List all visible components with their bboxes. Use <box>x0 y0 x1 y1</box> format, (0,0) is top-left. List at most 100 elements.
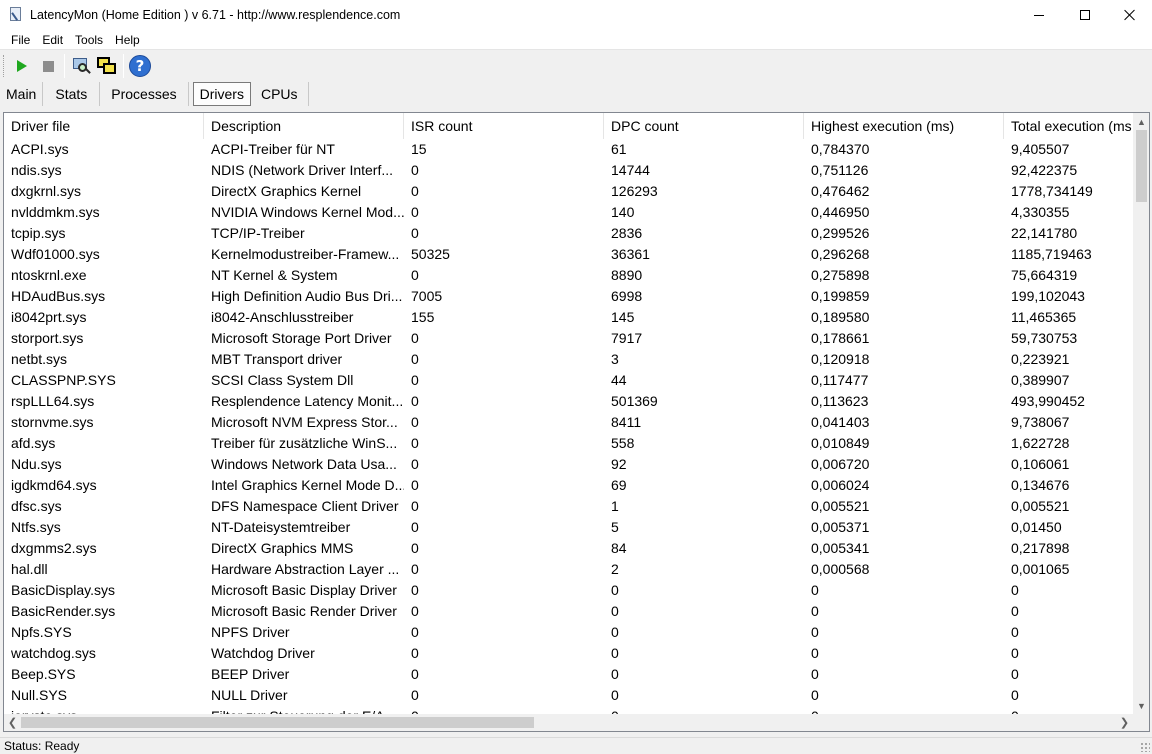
column-header-highest-execution[interactable]: Highest execution (ms) <box>804 113 1004 139</box>
table-row[interactable]: BasicDisplay.sys Microsoft Basic Display … <box>4 580 1134 601</box>
cell-dpc-count: 145 <box>611 309 635 325</box>
cell-total-execution: 59,730753 <box>1011 330 1078 346</box>
search-computer-button[interactable] <box>68 53 94 79</box>
cell-total-execution: 0,134676 <box>1011 477 1070 493</box>
close-button[interactable] <box>1107 0 1152 30</box>
cell-description: Microsoft Basic Render Driver <box>211 603 397 619</box>
tab-drivers[interactable]: Drivers <box>192 82 251 106</box>
table-row[interactable]: hal.dll Hardware Abstraction Layer ... 0 2 0… <box>4 559 1134 580</box>
cell-isr-count: 0 <box>411 225 419 241</box>
drivers-list[interactable]: Driver file Description ISR count DPC co… <box>3 112 1150 732</box>
maximize-icon <box>1080 10 1090 20</box>
cell-total-execution: 9,405507 <box>1011 141 1070 157</box>
horizontal-scrollbar[interactable]: ❮ ❯ <box>4 714 1133 731</box>
tab-main[interactable]: Main <box>0 82 44 106</box>
list-header: Driver file Description ISR count DPC co… <box>4 113 1134 139</box>
column-header-total-execution[interactable]: Total execution (ms <box>1004 113 1134 139</box>
table-row[interactable]: BasicRender.sys Microsoft Basic Render Dr… <box>4 601 1134 622</box>
scroll-left-arrow-icon[interactable]: ❮ <box>4 714 21 731</box>
table-row[interactable]: Ntfs.sys NT-Dateisystemtreiber 0 5 0,005371 0… <box>4 517 1134 538</box>
cell-isr-count: 0 <box>411 519 419 535</box>
cell-highest-execution: 0,006024 <box>811 477 870 493</box>
scroll-down-arrow-icon[interactable]: ▼ <box>1133 697 1149 714</box>
cell-dpc-count: 3 <box>611 351 619 367</box>
toolbar-grip[interactable] <box>3 55 6 77</box>
table-row[interactable]: i8042prt.sys i8042-Anschlusstreiber 155 145… <box>4 307 1134 328</box>
table-row[interactable]: netbt.sys MBT Transport driver 0 3 0,120918 0… <box>4 349 1134 370</box>
cell-description: Hardware Abstraction Layer ... <box>211 561 400 577</box>
cell-highest-execution: 0,010849 <box>811 435 870 451</box>
table-row[interactable]: Wdf01000.sys Kernelmodustreiber-Framew...… <box>4 244 1134 265</box>
tab-bar: Main Stats Processes Drivers CPUs <box>0 81 1152 107</box>
cell-total-execution: 0,389907 <box>1011 372 1070 388</box>
table-row[interactable]: stornvme.sys Microsoft NVM Express Stor..… <box>4 412 1134 433</box>
column-header-driver-file[interactable]: Driver file <box>4 113 204 139</box>
menu-edit[interactable]: Edit <box>37 33 68 47</box>
table-row[interactable]: rspLLL64.sys Resplendence Latency Monit..… <box>4 391 1134 412</box>
cell-driver-file: dfsc.sys <box>11 498 62 514</box>
cell-description: BEEP Driver <box>211 666 290 682</box>
table-row[interactable]: Npfs.SYS NPFS Driver 0 0 0 0 <box>4 622 1134 643</box>
table-row[interactable]: Null.SYS NULL Driver 0 0 0 0 <box>4 685 1134 706</box>
table-row[interactable]: ndis.sys NDIS (Network Driver Interf... 0 1… <box>4 160 1134 181</box>
tab-processes[interactable]: Processes <box>100 82 189 106</box>
cell-total-execution: 9,738067 <box>1011 414 1070 430</box>
table-row[interactable]: dfsc.sys DFS Namespace Client Driver 0 1 0,0… <box>4 496 1134 517</box>
table-row[interactable]: Beep.SYS BEEP Driver 0 0 0 0 <box>4 664 1134 685</box>
cell-total-execution: 199,102043 <box>1011 288 1085 304</box>
list-rows: ACPI.sys ACPI-Treiber für NT 15 61 0,784370 9… <box>4 139 1134 727</box>
cell-isr-count: 0 <box>411 267 419 283</box>
cell-description: Microsoft Storage Port Driver <box>211 330 392 346</box>
toolbar-separator <box>64 54 65 78</box>
vertical-scroll-thumb[interactable] <box>1136 130 1147 202</box>
table-row[interactable]: storport.sys Microsoft Storage Port Drive… <box>4 328 1134 349</box>
table-row[interactable]: igdkmd64.sys Intel Graphics Kernel Mode D… <box>4 475 1134 496</box>
cell-driver-file: dxgmms2.sys <box>11 540 97 556</box>
cell-description: Treiber für zusätzliche WinS... <box>211 435 398 451</box>
toolbar: ? <box>0 51 1152 81</box>
vertical-scrollbar[interactable]: ▲ ▼ <box>1133 113 1149 714</box>
windows-button[interactable] <box>94 53 120 79</box>
minimize-button[interactable] <box>1016 0 1062 30</box>
column-header-isr-count[interactable]: ISR count <box>404 113 604 139</box>
table-row[interactable]: dxgkrnl.sys DirectX Graphics Kernel 0 12629… <box>4 181 1134 202</box>
cell-dpc-count: 69 <box>611 477 627 493</box>
menu-tools[interactable]: Tools <box>70 33 108 47</box>
cell-isr-count: 0 <box>411 162 419 178</box>
cell-total-execution: 22,141780 <box>1011 225 1078 241</box>
table-row[interactable]: watchdog.sys Watchdog Driver 0 0 0 0 <box>4 643 1134 664</box>
table-row[interactable]: afd.sys Treiber für zusätzliche WinS... 0 5… <box>4 433 1134 454</box>
menu-file[interactable]: File <box>6 33 35 47</box>
help-button[interactable]: ? <box>127 53 153 79</box>
tab-cpus[interactable]: CPUs <box>255 82 309 106</box>
maximize-button[interactable] <box>1062 0 1108 30</box>
cell-description: NDIS (Network Driver Interf... <box>211 162 394 178</box>
resize-grip-icon[interactable] <box>1140 742 1150 752</box>
horizontal-scroll-thumb[interactable] <box>21 717 534 728</box>
cell-highest-execution: 0,005341 <box>811 540 870 556</box>
table-row[interactable]: HDAudBus.sys High Definition Audio Bus Dr… <box>4 286 1134 307</box>
cell-driver-file: CLASSPNP.SYS <box>11 372 116 388</box>
cell-driver-file: Npfs.SYS <box>11 624 72 640</box>
cell-description: NVIDIA Windows Kernel Mod... <box>211 204 404 220</box>
column-header-dpc-count[interactable]: DPC count <box>604 113 804 139</box>
table-row[interactable]: ntoskrnl.exe NT Kernel & System 0 8890 0,275… <box>4 265 1134 286</box>
cell-isr-count: 0 <box>411 393 419 409</box>
tab-stats[interactable]: Stats <box>43 82 101 106</box>
table-row[interactable]: tcpip.sys TCP/IP-Treiber 0 2836 0,299526 22,1… <box>4 223 1134 244</box>
start-monitor-button[interactable] <box>9 53 35 79</box>
search-computer-icon <box>71 56 91 76</box>
stop-monitor-button[interactable] <box>35 53 61 79</box>
menu-help[interactable]: Help <box>110 33 145 47</box>
column-header-description[interactable]: Description <box>204 113 404 139</box>
scroll-up-arrow-icon[interactable]: ▲ <box>1133 113 1149 130</box>
cell-highest-execution: 0,199859 <box>811 288 870 304</box>
table-row[interactable]: CLASSPNP.SYS SCSI Class System Dll 0 44 0,11… <box>4 370 1134 391</box>
cell-description: Watchdog Driver <box>211 645 315 661</box>
table-row[interactable]: Ndu.sys Windows Network Data Usa... 0 92 0,0… <box>4 454 1134 475</box>
scroll-right-arrow-icon[interactable]: ❯ <box>1116 714 1133 731</box>
table-row[interactable]: ACPI.sys ACPI-Treiber für NT 15 61 0,784370 9… <box>4 139 1134 160</box>
cell-dpc-count: 36361 <box>611 246 650 262</box>
table-row[interactable]: dxgmms2.sys DirectX Graphics MMS 0 84 0,0053… <box>4 538 1134 559</box>
table-row[interactable]: nvlddmkm.sys NVIDIA Windows Kernel Mod...… <box>4 202 1134 223</box>
